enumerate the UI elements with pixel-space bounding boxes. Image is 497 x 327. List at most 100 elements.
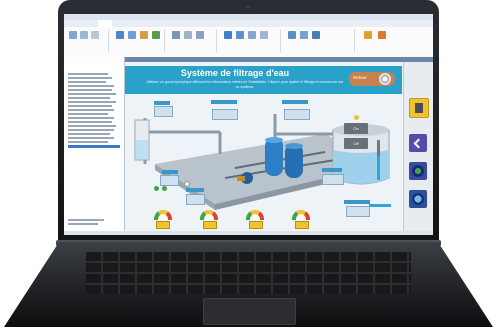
group-icon[interactable] xyxy=(140,31,148,39)
device-icon[interactable] xyxy=(409,98,429,118)
text-icon[interactable] xyxy=(91,31,99,39)
banner-subtitle: Affichez un grand synoptique affichant l… xyxy=(146,80,344,89)
laptop-screen: Système de filtrage d'eau Affichez un gr… xyxy=(64,14,433,235)
arrange-icon[interactable] xyxy=(116,31,124,39)
tree-item[interactable] xyxy=(68,129,114,131)
ribbon-group xyxy=(66,29,109,53)
tree-item[interactable] xyxy=(68,77,112,79)
gauge-4-value xyxy=(295,221,309,229)
tree-item[interactable] xyxy=(68,109,114,111)
tree-item[interactable] xyxy=(68,121,112,123)
ribbon-tab-active[interactable] xyxy=(98,20,112,27)
off-button[interactable]: Off xyxy=(344,138,368,149)
tag-label xyxy=(211,100,237,104)
export-icon[interactable] xyxy=(378,31,386,39)
layer-icon[interactable] xyxy=(152,31,160,39)
tag-label xyxy=(186,188,204,192)
intake-water xyxy=(136,140,148,159)
ribbon-group xyxy=(284,29,355,53)
tree-item[interactable] xyxy=(68,137,114,139)
tag-label xyxy=(344,200,370,204)
table-icon[interactable] xyxy=(312,31,320,39)
line-icon[interactable] xyxy=(184,31,192,39)
ribbon-tabs xyxy=(64,20,433,27)
retour-label: Retour xyxy=(353,75,367,80)
status-indicator xyxy=(354,115,359,120)
gauge-1-value xyxy=(156,221,170,229)
document-tabs[interactable] xyxy=(124,57,433,62)
tree-item[interactable] xyxy=(68,89,112,91)
gauge-3-value xyxy=(249,221,263,229)
tag-label xyxy=(322,168,342,172)
valve-panel[interactable] xyxy=(160,175,179,186)
shape-icon[interactable] xyxy=(172,31,180,39)
retour-button[interactable]: Retour xyxy=(349,72,395,86)
tag-label xyxy=(154,101,170,105)
tree-item[interactable] xyxy=(68,141,108,143)
format-icon[interactable] xyxy=(80,31,88,39)
data-icon[interactable] xyxy=(288,31,296,39)
navigation-pane xyxy=(403,62,433,231)
filter-tank-2-top xyxy=(285,143,303,149)
fill-icon[interactable] xyxy=(196,31,204,39)
tree-item[interactable] xyxy=(68,97,110,99)
project-tree xyxy=(64,57,125,231)
gauge-2-value xyxy=(203,221,217,229)
gauge-icon[interactable] xyxy=(409,162,427,180)
pump-motor xyxy=(237,176,245,181)
filter-tank-2 xyxy=(285,144,303,178)
tree-item[interactable] xyxy=(68,93,116,95)
pressure-panel-right[interactable] xyxy=(284,109,310,120)
ribbon xyxy=(64,27,433,58)
banner-title: Système de filtrage d'eau xyxy=(180,68,290,78)
ribbon-group xyxy=(358,29,430,53)
filter-tank-1-top xyxy=(265,137,283,143)
ribbon-tab[interactable] xyxy=(132,20,140,27)
properties-icon[interactable] xyxy=(300,31,308,39)
ribbon-tab[interactable] xyxy=(84,20,92,27)
tree-item[interactable] xyxy=(68,105,112,107)
tag-label xyxy=(162,170,178,174)
tree-item[interactable] xyxy=(68,101,116,103)
ribbon-group xyxy=(168,29,217,53)
tag-label xyxy=(282,100,308,104)
ribbon-group xyxy=(112,29,165,53)
tree-item[interactable] xyxy=(68,73,108,75)
tree-item[interactable] xyxy=(68,133,110,135)
ribbon-tab[interactable] xyxy=(118,20,126,27)
clipboard-icon[interactable] xyxy=(69,31,77,39)
level-panel-left[interactable] xyxy=(154,106,173,117)
dial-icon[interactable] xyxy=(409,190,427,208)
link-icon[interactable] xyxy=(260,31,268,39)
tree-item-selected[interactable] xyxy=(68,145,120,148)
tree-item[interactable] xyxy=(68,223,98,225)
status-bar xyxy=(64,231,433,235)
image-icon[interactable] xyxy=(236,31,244,39)
ribbon-group xyxy=(220,29,281,53)
chart-icon[interactable] xyxy=(248,31,256,39)
tree-item[interactable] xyxy=(68,85,114,87)
output-panel[interactable] xyxy=(346,206,370,217)
align-icon[interactable] xyxy=(128,31,136,39)
tree-item[interactable] xyxy=(68,81,106,83)
ribbon-tab[interactable] xyxy=(70,20,78,27)
level-gauge-fill xyxy=(377,156,380,180)
trackpad xyxy=(203,298,296,325)
insert-icon[interactable] xyxy=(224,31,232,39)
run-indicator xyxy=(162,186,167,191)
webcam xyxy=(246,5,250,9)
flow-panel-center[interactable] xyxy=(212,109,238,120)
chevron-left-icon[interactable] xyxy=(409,134,427,152)
tree-item[interactable] xyxy=(68,113,108,115)
tree-item[interactable] xyxy=(68,219,104,221)
tank-panel[interactable] xyxy=(322,174,344,185)
filter-tank-1 xyxy=(265,138,283,176)
on-button[interactable]: On xyxy=(344,123,368,134)
run-icon[interactable] xyxy=(364,31,372,39)
retour-dial-icon xyxy=(379,73,391,85)
tree-item[interactable] xyxy=(68,117,114,119)
pump-panel[interactable] xyxy=(186,194,205,205)
color-scale xyxy=(369,204,391,207)
tree-item[interactable] xyxy=(68,125,116,127)
run-indicator xyxy=(154,186,159,191)
